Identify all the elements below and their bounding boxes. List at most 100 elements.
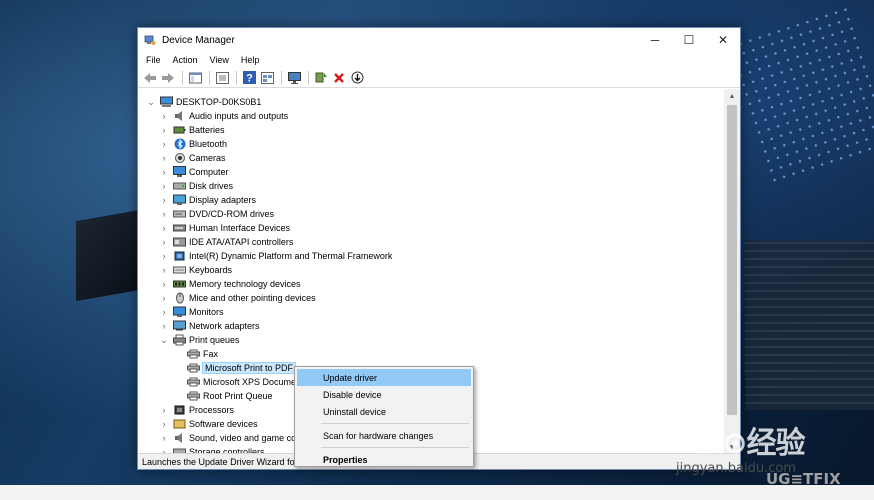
print-queue-root-print-queue[interactable]: Root Print Queue bbox=[173, 389, 273, 403]
tree-item-intel-r-dynamic-platform-and-thermal-framework[interactable]: › Intel(R) Dynamic Platform and Thermal F… bbox=[159, 249, 393, 263]
tree-item-network-adapters[interactable]: › Network adapters bbox=[159, 319, 260, 333]
tree-item-software-devices[interactable]: › Software devices bbox=[159, 417, 258, 431]
expand-chevron-icon[interactable]: › bbox=[159, 319, 169, 333]
tree-root-computer[interactable]: ⌄ DESKTOP-D0KS0B1 bbox=[146, 95, 261, 109]
expand-chevron-icon[interactable]: › bbox=[159, 249, 169, 263]
tree-item-label: Root Print Queue bbox=[203, 391, 273, 401]
minimize-button[interactable]: ─ bbox=[638, 28, 672, 52]
expand-chevron-icon[interactable]: › bbox=[159, 277, 169, 291]
expand-chevron-icon[interactable]: › bbox=[159, 431, 169, 445]
close-button[interactable]: ✕ bbox=[706, 28, 740, 52]
display-icon bbox=[173, 194, 186, 206]
scan-hardware-menu-item[interactable]: Scan for hardware changes bbox=[297, 427, 471, 444]
print-queue-microsoft-xps-docume[interactable]: Microsoft XPS Docume bbox=[173, 375, 296, 389]
ugetfix-watermark: UG≡TFIX bbox=[766, 470, 841, 488]
menu-file[interactable]: File bbox=[146, 55, 161, 65]
tree-item-label: Audio inputs and outputs bbox=[189, 111, 289, 121]
uninstall-device-menu-item[interactable]: Uninstall device bbox=[297, 403, 471, 420]
tree-item-label: Monitors bbox=[189, 307, 224, 317]
update-driver-icon[interactable] bbox=[313, 70, 329, 86]
tree-item-label: Keyboards bbox=[189, 265, 233, 275]
tree-item-batteries[interactable]: › Batteries bbox=[159, 123, 225, 137]
menu-help[interactable]: Help bbox=[241, 55, 260, 65]
update-driver-menu-item[interactable]: Update driver bbox=[297, 369, 471, 386]
download-icon[interactable] bbox=[349, 70, 365, 86]
dvd-icon bbox=[173, 208, 186, 220]
tree-item-label: Human Interface Devices bbox=[189, 223, 291, 233]
expand-chevron-icon[interactable]: › bbox=[159, 123, 169, 137]
printer-icon bbox=[187, 376, 200, 388]
printer-icon bbox=[173, 334, 186, 346]
show-hide-tree-icon[interactable] bbox=[187, 70, 203, 86]
title-bar[interactable]: Device Manager ─ ☐ ✕ bbox=[138, 28, 740, 52]
print-queue-fax[interactable]: Fax bbox=[173, 347, 218, 361]
print-queue-microsoft-print-to-pdf[interactable]: Microsoft Print to PDF bbox=[173, 361, 297, 375]
tree-item-display-adapters[interactable]: › Display adapters bbox=[159, 193, 256, 207]
expand-chevron-icon[interactable]: › bbox=[159, 263, 169, 277]
expand-chevron-icon[interactable]: › bbox=[159, 193, 169, 207]
expand-chevron-icon[interactable]: › bbox=[159, 109, 169, 123]
menu-action[interactable]: Action bbox=[173, 55, 198, 65]
tree-item-dvd-cd-rom-drives[interactable]: › DVD/CD-ROM drives bbox=[159, 207, 275, 221]
expand-chevron-icon[interactable]: › bbox=[159, 207, 169, 221]
chip-icon bbox=[173, 250, 186, 262]
forward-arrow-icon[interactable] bbox=[160, 70, 176, 86]
maximize-button[interactable]: ☐ bbox=[672, 28, 706, 52]
tree-item-human-interface-devices[interactable]: › Human Interface Devices bbox=[159, 221, 291, 235]
expand-chevron-icon[interactable]: › bbox=[159, 137, 169, 151]
tree-item-disk-drives[interactable]: › Disk drives bbox=[159, 179, 234, 193]
tree-item-computer[interactable]: › Computer bbox=[159, 165, 229, 179]
expand-chevron-icon[interactable]: › bbox=[159, 403, 169, 417]
expand-chevron-icon[interactable]: › bbox=[159, 305, 169, 319]
menu-view[interactable]: View bbox=[210, 55, 229, 65]
scroll-thumb[interactable] bbox=[727, 105, 737, 415]
scroll-up-icon[interactable]: ▲ bbox=[724, 89, 740, 103]
properties-icon[interactable] bbox=[214, 70, 230, 86]
expand-chevron-icon[interactable]: › bbox=[159, 179, 169, 193]
window-title: Device Manager bbox=[162, 34, 235, 46]
expand-chevron-icon[interactable]: › bbox=[159, 221, 169, 235]
tree-item-sound-video-and-game-co[interactable]: › Sound, video and game co bbox=[159, 431, 296, 445]
collapse-chevron-icon[interactable]: ⌄ bbox=[159, 333, 169, 347]
toolbar-separator bbox=[182, 70, 183, 85]
tree-item-cameras[interactable]: › Cameras bbox=[159, 151, 226, 165]
tree-item-keyboards[interactable]: › Keyboards bbox=[159, 263, 233, 277]
help-icon[interactable]: ? bbox=[241, 70, 257, 86]
tree-item-memory-technology-devices[interactable]: › Memory technology devices bbox=[159, 277, 301, 291]
background-panel bbox=[745, 240, 874, 410]
expand-chevron-icon[interactable]: › bbox=[159, 417, 169, 431]
back-arrow-icon[interactable] bbox=[142, 70, 158, 86]
properties-menu-item[interactable]: Properties bbox=[297, 451, 471, 468]
toolbar-separator bbox=[209, 70, 210, 85]
tree-item-label: Software devices bbox=[189, 419, 258, 429]
tree-item-ide-ata-atapi-controllers[interactable]: › IDE ATA/ATAPI controllers bbox=[159, 235, 294, 249]
speaker-icon bbox=[173, 110, 186, 122]
memory-icon bbox=[173, 278, 186, 290]
tree-item-print-queues[interactable]: ⌄ Print queues bbox=[159, 333, 240, 347]
expand-chevron-icon[interactable]: › bbox=[159, 151, 169, 165]
tree-item-bluetooth[interactable]: › Bluetooth bbox=[159, 137, 227, 151]
tree-item-audio-inputs-and-outputs[interactable]: › Audio inputs and outputs bbox=[159, 109, 288, 123]
status-text: Launches the Update Driver Wizard fo bbox=[142, 456, 295, 467]
tree-item-label: Intel(R) Dynamic Platform and Thermal Fr… bbox=[189, 251, 393, 261]
expand-chevron-icon[interactable]: › bbox=[159, 235, 169, 249]
computer-icon bbox=[173, 166, 186, 178]
tree-item-monitors[interactable]: › Monitors bbox=[159, 305, 224, 319]
monitor-icon[interactable] bbox=[286, 70, 302, 86]
menu-separator bbox=[321, 447, 469, 448]
vertical-scrollbar[interactable]: ▲ ▼ bbox=[724, 89, 740, 454]
tree-item-label: Network adapters bbox=[189, 321, 260, 331]
expand-chevron-icon[interactable]: › bbox=[159, 165, 169, 179]
battery-icon bbox=[173, 124, 186, 136]
disable-device-menu-item[interactable]: Disable device bbox=[297, 386, 471, 403]
printer-icon bbox=[187, 390, 200, 402]
menu-separator bbox=[321, 423, 469, 424]
tree-item-mice-and-other-pointing-devices[interactable]: › Mice and other pointing devices bbox=[159, 291, 316, 305]
uninstall-icon[interactable] bbox=[331, 70, 347, 86]
tree-item-processors[interactable]: › Processors bbox=[159, 403, 235, 417]
view-icon[interactable] bbox=[259, 70, 275, 86]
collapse-chevron-icon[interactable]: ⌄ bbox=[146, 95, 156, 109]
mouse-icon bbox=[173, 292, 186, 304]
expand-chevron-icon[interactable]: › bbox=[159, 291, 169, 305]
